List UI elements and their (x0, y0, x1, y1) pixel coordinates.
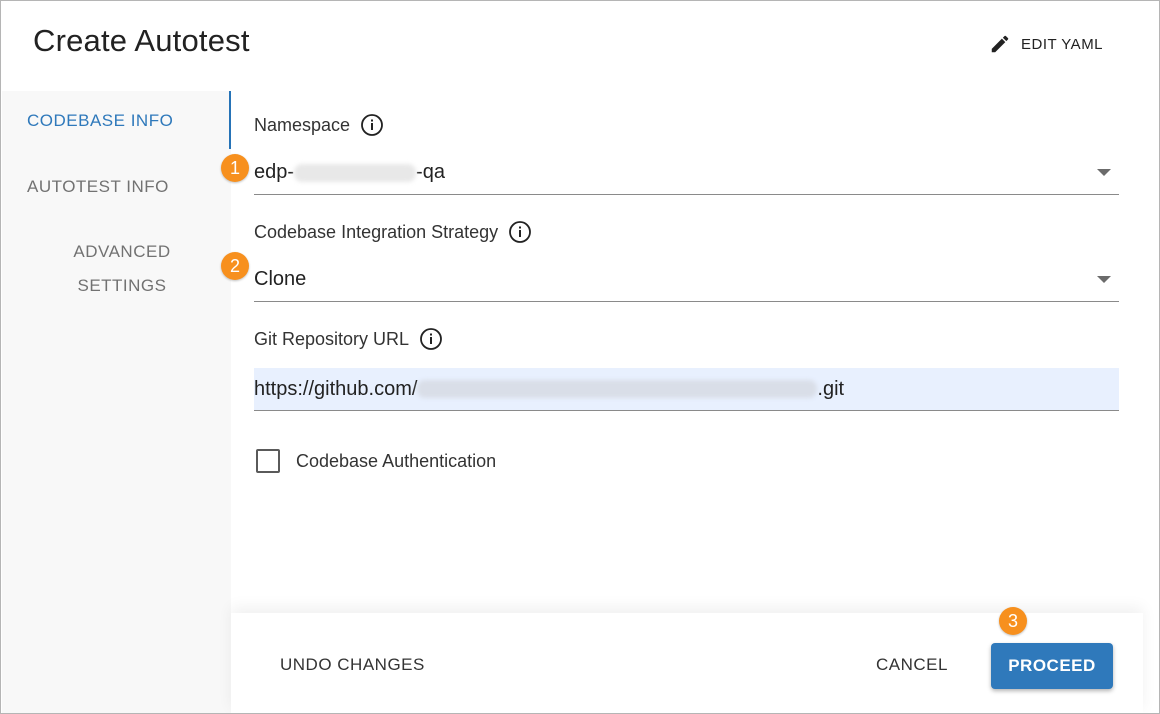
edit-yaml-label: EDIT YAML (1021, 35, 1104, 53)
sidebar-item-codebase-info[interactable]: CODEBASE INFO (27, 111, 173, 131)
sidebar-item-label: ADVANCED (73, 242, 171, 261)
redacted-text (294, 163, 417, 182)
strategy-label-text: Codebase Integration Strategy (254, 221, 499, 242)
create-autotest-dialog: Create Autotest EDIT YAML CODEBASE INFO … (0, 0, 1160, 714)
info-icon[interactable] (360, 113, 384, 137)
step-marker-2: 2 (221, 252, 249, 280)
codebase-auth-label: Codebase Authentication (296, 450, 497, 471)
step-marker-1: 1 (221, 154, 249, 182)
sidebar-item-advanced-settings[interactable]: ADVANCED SETTINGS (72, 235, 172, 303)
sidebar: CODEBASE INFO AUTOTEST INFO ADVANCED SET… (2, 91, 231, 713)
namespace-value-suffix: -qa (416, 161, 445, 183)
edit-yaml-button[interactable]: EDIT YAML (989, 31, 1103, 57)
step-marker-3: 3 (999, 607, 1027, 635)
git-url-value-prefix: https://github.com/ (254, 377, 418, 400)
namespace-value: edp- -qa (254, 161, 445, 184)
undo-changes-button[interactable]: UNDO CHANGES (280, 655, 425, 675)
strategy-value: Clone (254, 268, 307, 290)
strategy-select[interactable]: Clone (254, 256, 1119, 302)
strategy-label: Codebase Integration Strategy (254, 220, 532, 244)
cancel-button[interactable]: CANCEL (876, 655, 948, 675)
namespace-label: Namespace (254, 113, 384, 137)
namespace-select[interactable]: edp- -qa (254, 149, 1119, 195)
active-tab-indicator (229, 91, 231, 149)
info-icon[interactable] (508, 220, 532, 244)
dialog-title: Create Autotest (33, 23, 250, 58)
git-url-input[interactable]: https://github.com/ .git (254, 368, 1119, 411)
sidebar-item-autotest-info[interactable]: AUTOTEST INFO (27, 177, 169, 197)
pencil-icon (991, 35, 1009, 53)
codebase-auth-row[interactable]: Codebase Authentication (256, 449, 496, 473)
git-url-label-text: Git Repository URL (254, 328, 410, 349)
sidebar-item-label: SETTINGS (77, 276, 167, 295)
proceed-button[interactable]: PROCEED (991, 643, 1113, 689)
namespace-value-prefix: edp- (254, 161, 295, 183)
dropdown-caret-icon (1097, 169, 1111, 176)
namespace-label-text: Namespace (254, 114, 351, 135)
git-url-label: Git Repository URL (254, 327, 443, 351)
git-url-value-suffix: .git (817, 377, 845, 400)
redacted-text (417, 380, 818, 398)
info-icon[interactable] (419, 327, 443, 351)
dropdown-caret-icon (1097, 276, 1111, 283)
codebase-auth-checkbox[interactable] (256, 449, 280, 473)
